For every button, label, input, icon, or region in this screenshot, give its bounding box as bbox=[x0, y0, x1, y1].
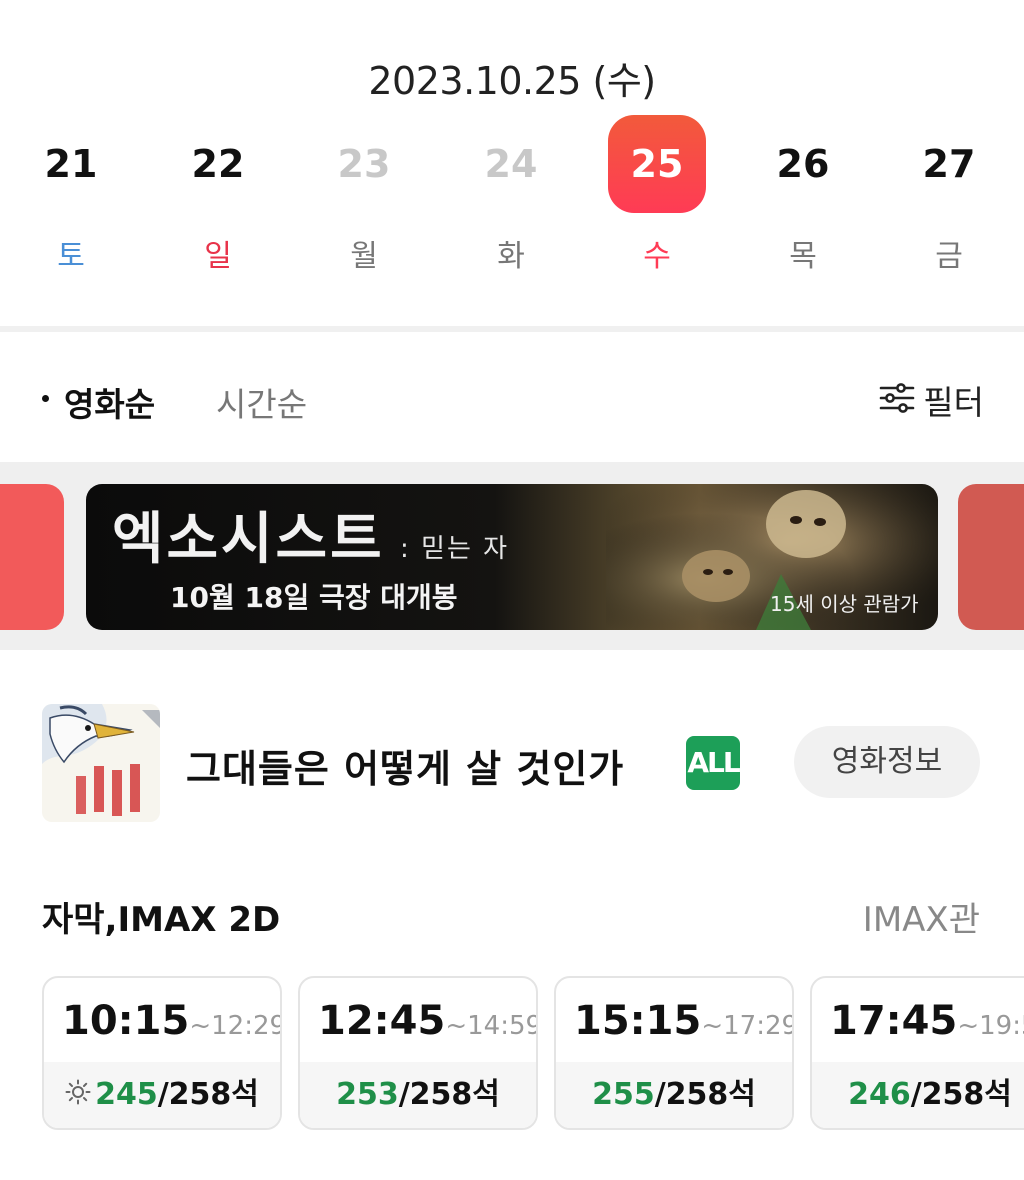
day-number: 27 bbox=[922, 142, 976, 186]
sort-by-time-tab[interactable]: 시간순 bbox=[216, 378, 307, 426]
day-number: 23 bbox=[337, 142, 391, 186]
sort-bar: 영화순 시간순 필터 bbox=[0, 372, 1024, 428]
weekday-label: 목 bbox=[789, 239, 817, 274]
start-time: 10:15 bbox=[62, 998, 190, 1044]
day-number: 22 bbox=[191, 142, 245, 186]
total-seats: /258석 bbox=[654, 1077, 756, 1112]
weekday-label: 화 bbox=[497, 239, 525, 274]
format-label: 자막,IMAX 2D bbox=[42, 900, 281, 940]
theater-label: IMAX관 bbox=[862, 900, 980, 940]
next-banner[interactable] bbox=[958, 484, 1024, 630]
day-21[interactable]: 21 토 bbox=[21, 115, 121, 285]
available-seats: 255 bbox=[592, 1077, 655, 1112]
day-number: 26 bbox=[776, 142, 830, 186]
start-time: 17:45 bbox=[830, 998, 958, 1044]
banner-title: 엑소시스트 bbox=[112, 507, 385, 572]
day-25-selected[interactable]: 25 수 bbox=[607, 115, 707, 285]
age-rating-badge: ALL bbox=[686, 736, 741, 790]
sort-by-movie-tab[interactable]: 영화순 bbox=[64, 378, 155, 426]
available-seats: 246 bbox=[848, 1077, 911, 1112]
weekday-label: 월 bbox=[350, 239, 378, 274]
end-time: ~12:29 bbox=[189, 1011, 282, 1041]
date-header: 2023.10.25 (수) bbox=[368, 59, 656, 103]
total-seats: /258석 bbox=[157, 1077, 259, 1112]
day-26[interactable]: 26 목 bbox=[753, 115, 853, 285]
movie-info-button[interactable]: 영화정보 bbox=[794, 726, 980, 798]
day-number: 21 bbox=[44, 142, 98, 186]
day-22[interactable]: 22 일 bbox=[168, 115, 268, 285]
format-row: 자막,IMAX 2D IMAX관 bbox=[0, 890, 1024, 940]
available-seats: 253 bbox=[336, 1077, 399, 1112]
start-time: 15:15 bbox=[574, 998, 702, 1044]
selected-dot-icon bbox=[42, 395, 49, 402]
banner-release: 10월 18일 극장 대개봉 bbox=[170, 581, 458, 614]
showtime-list: 10:15~12:29 245/258석 12:45~14:59 253/258… bbox=[42, 976, 1024, 1130]
showtime-card[interactable]: 12:45~14:59 253/258석 bbox=[298, 976, 538, 1130]
day-23[interactable]: 23 월 bbox=[314, 115, 414, 285]
day-27[interactable]: 27 금 bbox=[899, 115, 999, 285]
movie-title[interactable]: 그대들은 어떻게 살 것인가 bbox=[186, 738, 624, 793]
day-number: 25 bbox=[608, 115, 706, 213]
banner-rating: 15세 이상 관람가 bbox=[770, 592, 919, 616]
start-time: 12:45 bbox=[318, 998, 446, 1044]
filter-button[interactable]: 필터 bbox=[879, 376, 984, 424]
day-24[interactable]: 24 화 bbox=[461, 115, 561, 285]
weekday-label: 금 bbox=[935, 239, 963, 274]
showtime-card[interactable]: 17:45~19:59 246/258석 bbox=[810, 976, 1024, 1130]
previous-banner[interactable] bbox=[0, 484, 64, 630]
showtime-card[interactable]: 10:15~12:29 245/258석 bbox=[42, 976, 282, 1130]
section-divider bbox=[0, 326, 1024, 332]
end-time: ~14:59 bbox=[445, 1011, 538, 1041]
day-number: 24 bbox=[484, 142, 538, 186]
weekday-label: 일 bbox=[204, 239, 232, 274]
end-time: ~19:59 bbox=[957, 1011, 1024, 1041]
day-selector: 21 토 22 일 23 월 24 화 25 수 26 목 27 금 bbox=[0, 115, 1024, 305]
promo-banner[interactable]: 엑소시스트 : 믿는 자 10월 18일 극장 대개봉 15세 이상 관람가 bbox=[86, 484, 938, 630]
sun-icon bbox=[65, 1063, 91, 1129]
weekday-label: 토 bbox=[57, 239, 85, 274]
movie-poster[interactable] bbox=[42, 704, 160, 822]
available-seats: 245 bbox=[95, 1077, 158, 1112]
sliders-icon bbox=[879, 382, 915, 418]
showtime-card[interactable]: 15:15~17:29 255/258석 bbox=[554, 976, 794, 1130]
banner-subtitle: : 믿는 자 bbox=[400, 534, 510, 564]
weekday-label: 수 bbox=[643, 239, 671, 274]
total-seats: /258석 bbox=[910, 1077, 1012, 1112]
promo-carousel: 엑소시스트 : 믿는 자 10월 18일 극장 대개봉 15세 이상 관람가 bbox=[0, 462, 1024, 650]
end-time: ~17:29 bbox=[701, 1011, 794, 1041]
total-seats: /258석 bbox=[398, 1077, 500, 1112]
movie-header: 그대들은 어떻게 살 것인가 ALL 영화정보 bbox=[0, 700, 1024, 830]
filter-label: 필터 bbox=[923, 383, 984, 422]
